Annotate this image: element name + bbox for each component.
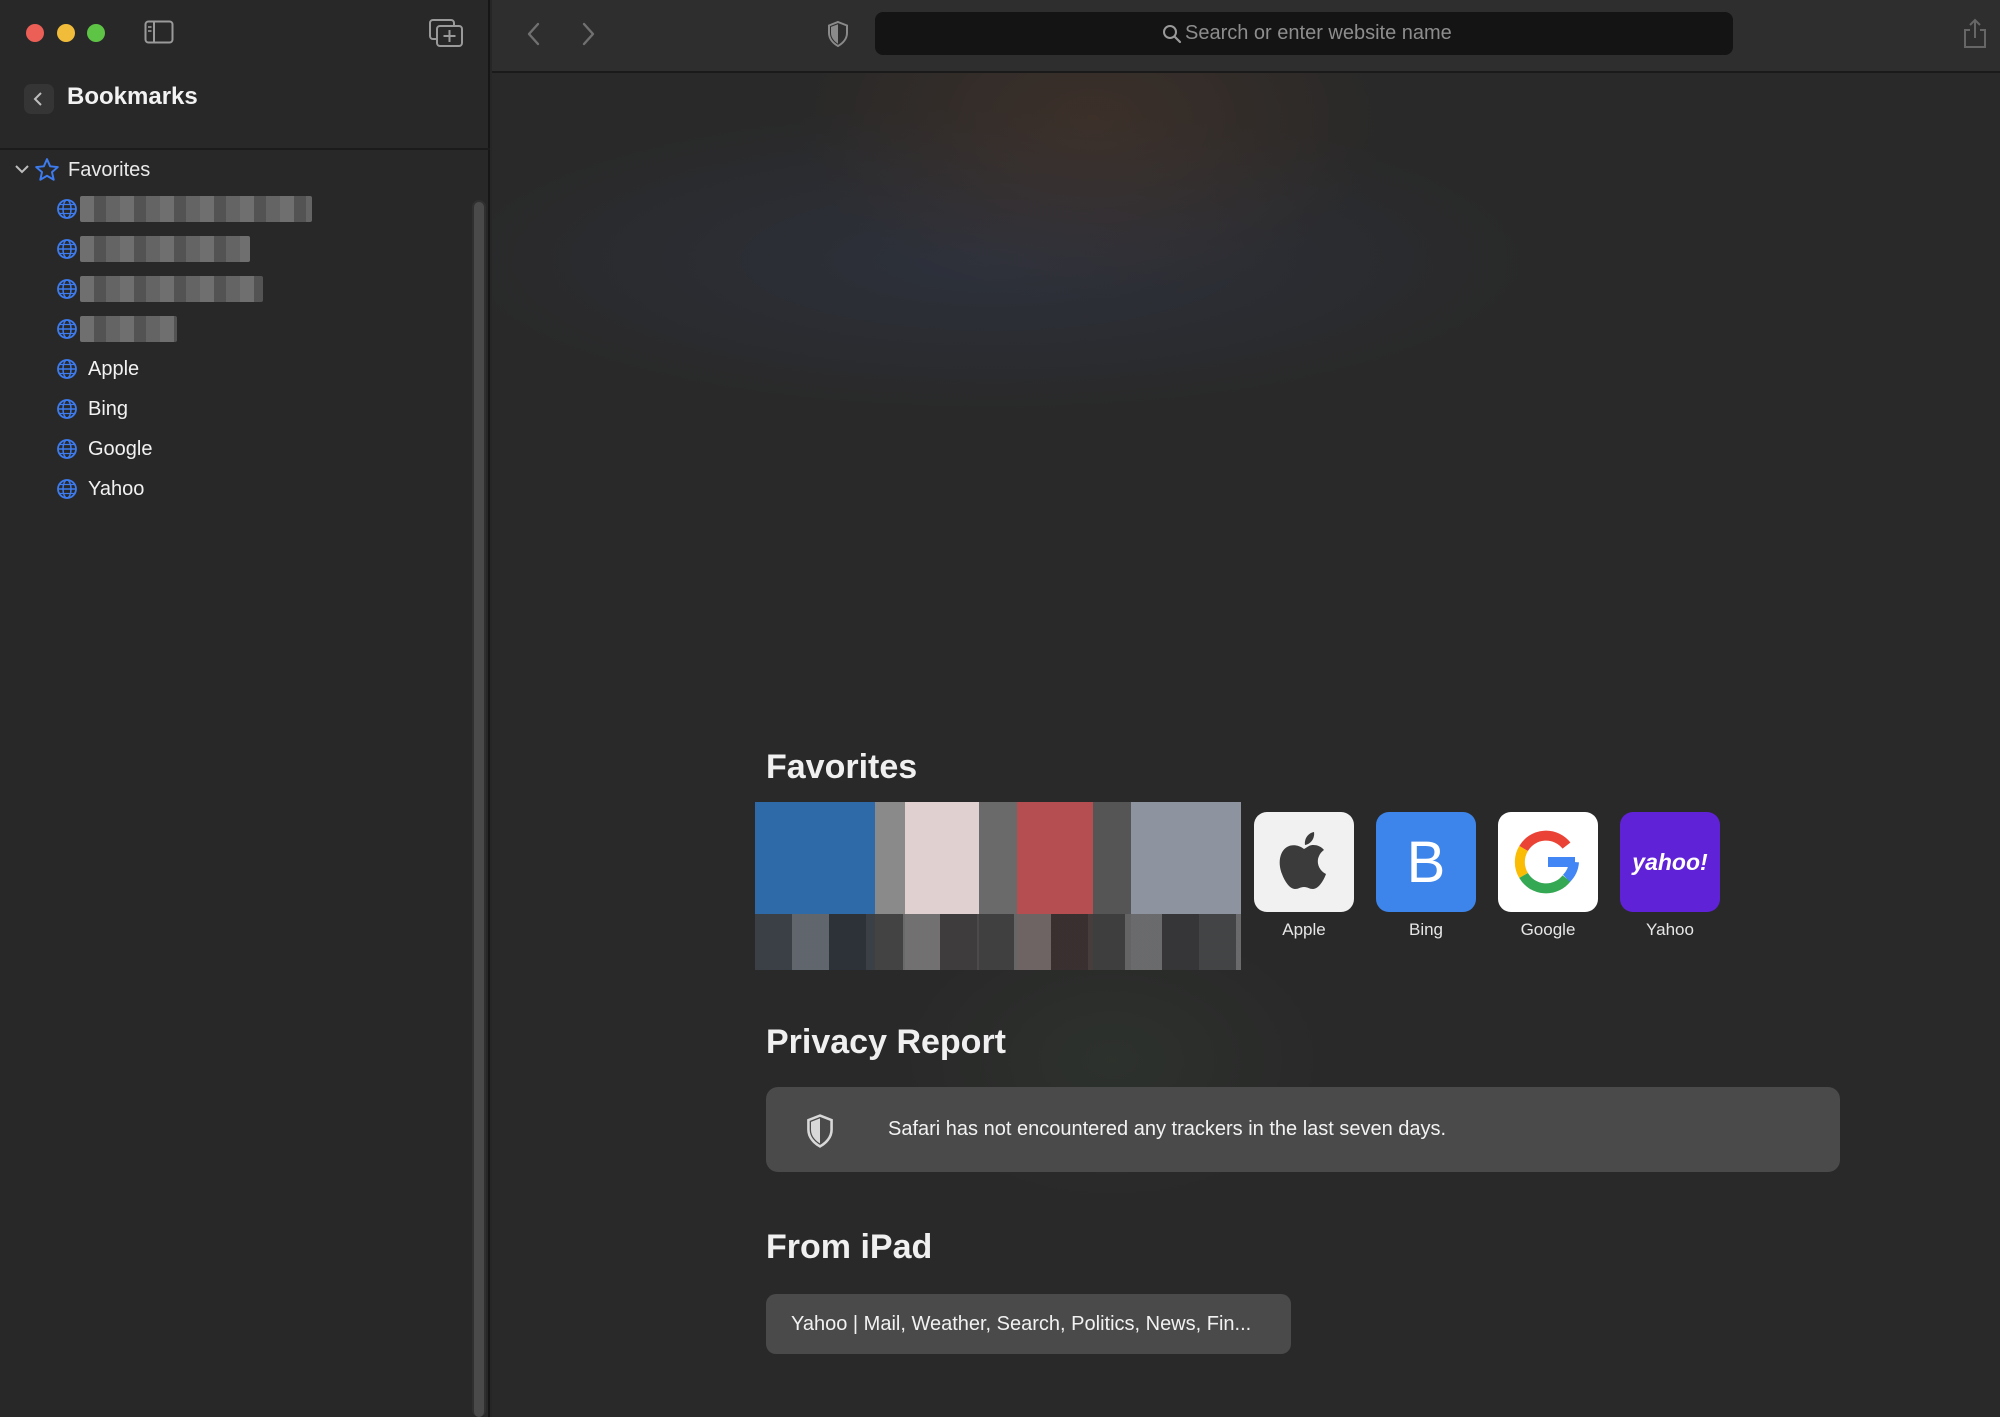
sidebar-header: Bookmarks <box>0 74 490 150</box>
share-button[interactable] <box>1962 18 1988 55</box>
favorites-folder-label: Favorites <box>68 159 151 181</box>
globe-icon <box>57 439 77 459</box>
privacy-report-text: Safari has not encountered any trackers … <box>888 1118 1447 1140</box>
globe-icon <box>57 239 77 259</box>
sidebar-toggle-button[interactable] <box>144 20 174 44</box>
favorite-label-bing: Bing <box>1408 920 1444 939</box>
share-icon <box>1964 18 1986 48</box>
search-input[interactable] <box>875 12 1733 55</box>
bookmark-item[interactable] <box>0 232 470 268</box>
chevron-left-icon <box>33 92 42 106</box>
sidebar-back-button[interactable] <box>24 84 54 114</box>
globe-icon <box>57 199 77 219</box>
zoom-window-button[interactable] <box>87 24 105 42</box>
privacy-report-card[interactable]: Safari has not encountered any trackers … <box>766 1087 1840 1172</box>
favorites-section-title: Favorites <box>766 748 918 786</box>
minimize-window-button[interactable] <box>57 24 75 42</box>
bookmark-item-bing[interactable]: Bing <box>0 392 470 428</box>
redacted-bookmark-label <box>80 196 312 222</box>
star-icon <box>35 158 59 181</box>
sidebar-title: Bookmarks <box>67 83 198 110</box>
globe-icon <box>57 399 77 419</box>
bookmark-label: Yahoo <box>88 478 145 500</box>
globe-icon <box>57 479 77 499</box>
bookmark-item-apple[interactable]: Apple <box>0 352 470 388</box>
globe-icon <box>57 279 77 299</box>
back-button[interactable] <box>524 20 544 53</box>
toolbar <box>492 0 2000 73</box>
favorite-tile-yahoo[interactable]: yahoo! <box>1620 812 1720 912</box>
favorite-label-apple: Apple <box>1282 920 1326 939</box>
from-ipad-title: From iPad <box>766 1228 933 1266</box>
sidebar-scrollbar-thumb[interactable] <box>474 202 484 1417</box>
favorite-label-yahoo: Yahoo <box>1646 920 1694 939</box>
favorite-tile-apple[interactable] <box>1254 812 1354 912</box>
shield-icon <box>828 20 848 48</box>
globe-icon <box>57 359 77 379</box>
tab-overview-icon <box>429 19 463 47</box>
bookmark-label: Google <box>88 438 153 460</box>
favorite-tile-bing[interactable]: B <box>1376 812 1476 912</box>
bookmark-label: Bing <box>88 398 129 420</box>
bookmark-item[interactable] <box>0 272 470 308</box>
redacted-bookmark-label <box>80 276 263 302</box>
bookmark-item[interactable] <box>0 312 470 348</box>
sidebar-icon <box>144 20 174 44</box>
apple-logo-icon <box>1279 832 1326 889</box>
favorite-label-google: Google <box>1520 920 1576 939</box>
redacted-favorites <box>755 802 1241 970</box>
bookmark-item-google[interactable]: Google <box>0 432 470 468</box>
shield-icon <box>807 1114 833 1148</box>
close-window-button[interactable] <box>26 24 44 42</box>
globe-icon <box>57 319 77 339</box>
forward-button[interactable] <box>578 20 598 53</box>
bookmark-item-yahoo[interactable]: Yahoo <box>0 472 470 508</box>
redacted-bookmark-label <box>80 236 250 262</box>
address-bar[interactable] <box>875 12 1733 55</box>
bookmarks-sidebar: Bookmarks Favorites Apple Bing Google Ya… <box>0 0 490 1417</box>
google-g-icon <box>1514 830 1579 894</box>
favorites-folder[interactable]: Favorites <box>0 154 470 186</box>
ipad-tab-title: Yahoo | Mail, Weather, Search, Politics,… <box>791 1313 1252 1335</box>
bing-letter-glyph: B <box>1406 829 1446 895</box>
privacy-report-button[interactable] <box>826 20 850 53</box>
privacy-report-title: Privacy Report <box>766 1023 1006 1061</box>
start-page: Favorites Apple B Bing Google yahoo! Yah… <box>492 0 2000 1417</box>
bookmark-item[interactable] <box>0 192 470 228</box>
tab-overview-button[interactable] <box>428 18 464 48</box>
favorite-tile-google[interactable] <box>1498 812 1598 912</box>
chevron-left-icon <box>527 22 540 46</box>
ipad-tab-card[interactable]: Yahoo | Mail, Weather, Search, Politics,… <box>766 1294 1291 1354</box>
bookmark-label: Apple <box>88 358 140 380</box>
chevron-right-icon <box>582 22 595 46</box>
yahoo-logo-glyph: yahoo! <box>1632 848 1708 875</box>
chevron-down-icon[interactable] <box>14 162 30 176</box>
redacted-bookmark-label <box>80 316 177 342</box>
